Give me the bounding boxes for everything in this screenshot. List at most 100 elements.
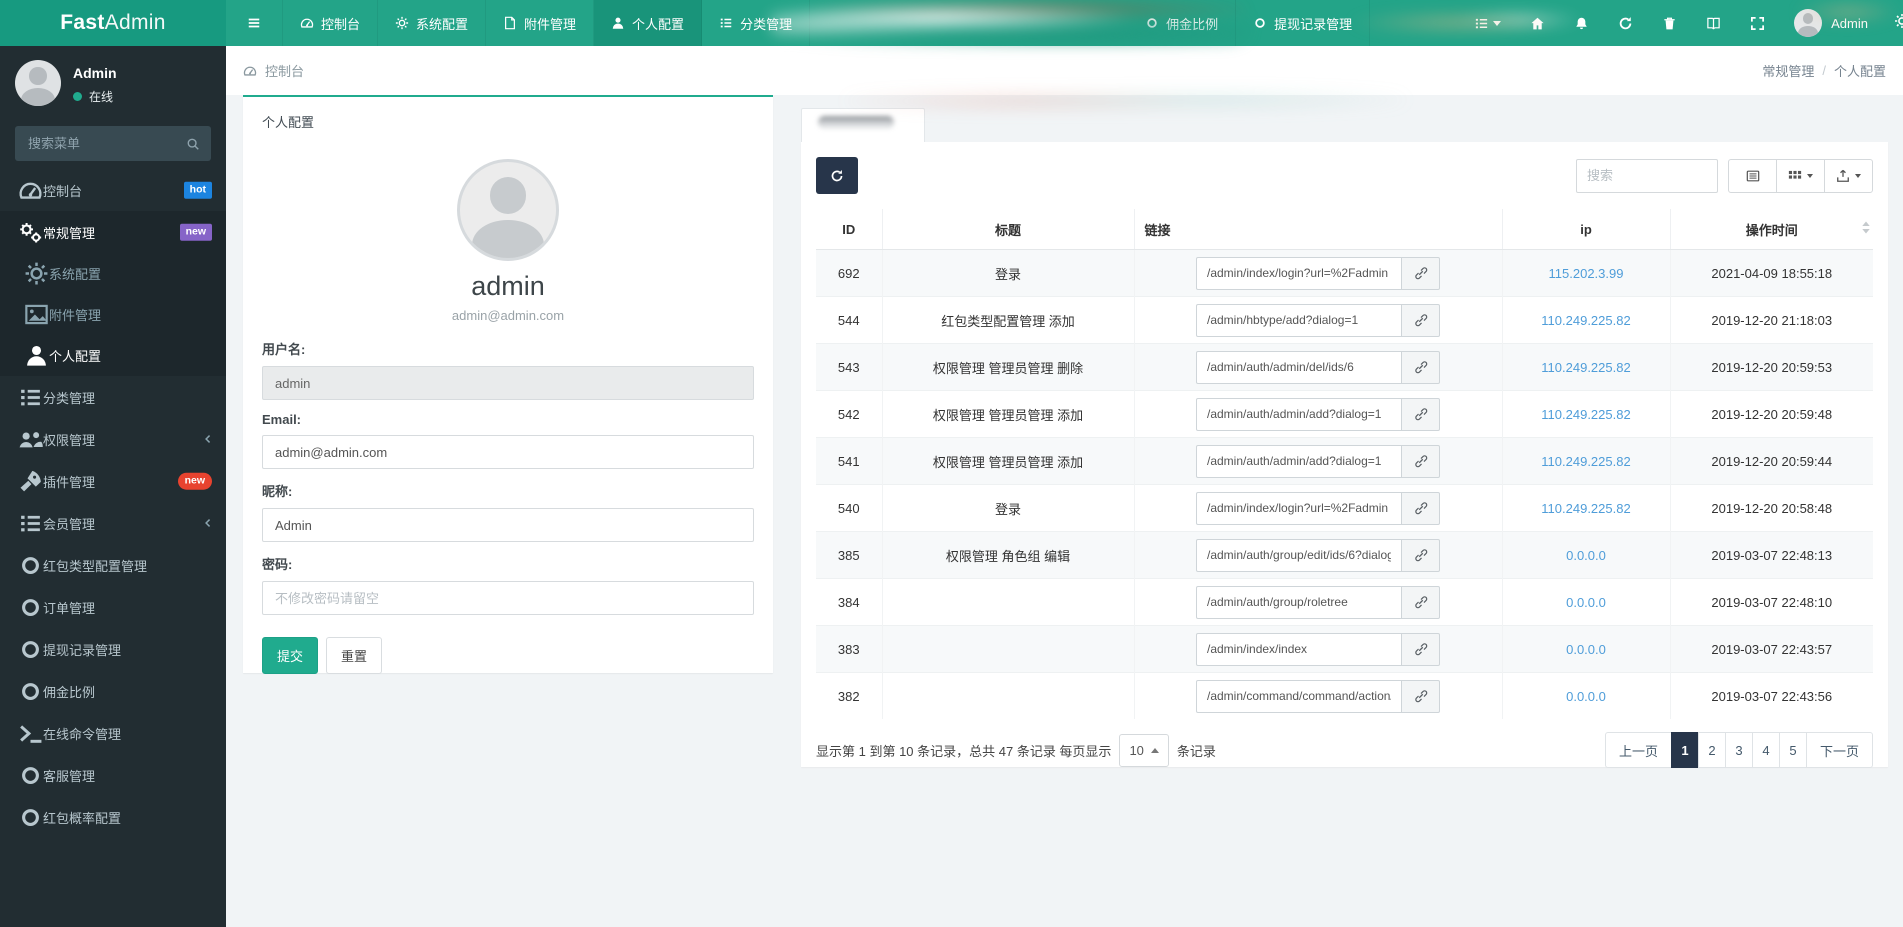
- navbar-tab[interactable]: 佣金比例: [1128, 0, 1236, 46]
- link-copy-button[interactable]: [1402, 304, 1440, 337]
- username-label: Admin: [1831, 16, 1868, 31]
- email-field[interactable]: [262, 435, 754, 469]
- link-copy-button[interactable]: [1402, 539, 1440, 572]
- toggle-view-button[interactable]: [1728, 159, 1777, 193]
- menu-search-input[interactable]: [26, 135, 186, 152]
- ip-link[interactable]: 115.202.3.99: [1549, 266, 1624, 281]
- sidebar-item[interactable]: 控制台hot: [0, 169, 226, 211]
- page-button[interactable]: 2: [1698, 732, 1726, 768]
- link-input[interactable]: [1196, 680, 1402, 713]
- sidebar-item[interactable]: 在线命令管理: [0, 712, 226, 754]
- breadcrumb-parent[interactable]: 常规管理: [1762, 61, 1814, 80]
- breadcrumb: 常规管理 / 个人配置: [1762, 61, 1886, 80]
- sort-icon[interactable]: [1862, 221, 1870, 237]
- sidebar-item[interactable]: 佣金比例: [0, 670, 226, 712]
- navbar-tab[interactable]: 系统配置: [378, 0, 486, 46]
- clear-cache-button[interactable]: [1662, 16, 1677, 31]
- sidebar-item[interactable]: 权限管理: [0, 418, 226, 460]
- export-button[interactable]: [1824, 159, 1873, 193]
- sidebar-item[interactable]: 订单管理: [0, 586, 226, 628]
- sidebar-item[interactable]: 客服管理: [0, 754, 226, 796]
- ip-link[interactable]: 110.249.225.82: [1541, 313, 1630, 328]
- sidebar-item[interactable]: 插件管理new: [0, 460, 226, 502]
- link-input[interactable]: [1196, 257, 1402, 290]
- main-content: 控制台 常规管理 / 个人配置 个人配置 admin admin@admin.c…: [226, 46, 1903, 927]
- window-list-dropdown[interactable]: [1474, 16, 1501, 31]
- navbar-tab-label: 控制台: [321, 14, 360, 33]
- column-header[interactable]: 标题: [882, 209, 1134, 250]
- ip-link[interactable]: 110.249.225.82: [1541, 407, 1630, 422]
- link-input[interactable]: [1196, 445, 1402, 478]
- link-input[interactable]: [1196, 633, 1402, 666]
- sidebar-item-label: 系统配置: [49, 264, 101, 283]
- ip-link[interactable]: 0.0.0.0: [1566, 548, 1606, 563]
- log-tab[interactable]: [801, 108, 925, 143]
- link-copy-button[interactable]: [1402, 586, 1440, 619]
- ip-link[interactable]: 0.0.0.0: [1566, 642, 1606, 657]
- sidebar-item[interactable]: 提现记录管理: [0, 628, 226, 670]
- sidebar-item[interactable]: 分类管理: [0, 376, 226, 418]
- page-button[interactable]: 4: [1752, 732, 1780, 768]
- link-copy-button[interactable]: [1402, 445, 1440, 478]
- page-button[interactable]: 3: [1725, 732, 1753, 768]
- ip-link[interactable]: 0.0.0.0: [1566, 595, 1606, 610]
- link-copy-button[interactable]: [1402, 492, 1440, 525]
- next-page-button[interactable]: 下一页: [1806, 732, 1873, 768]
- page-button[interactable]: 1: [1671, 732, 1699, 768]
- submit-button[interactable]: 提交: [262, 637, 318, 674]
- settings-button[interactable]: [1894, 13, 1903, 34]
- link-copy-button[interactable]: [1402, 398, 1440, 431]
- sidebar-item[interactable]: 系统配置: [0, 253, 226, 294]
- column-header[interactable]: ip: [1502, 209, 1670, 250]
- page-size-select[interactable]: 10: [1119, 734, 1168, 767]
- columns-button[interactable]: [1776, 159, 1825, 193]
- link-input[interactable]: [1196, 351, 1402, 384]
- language-button[interactable]: [1706, 16, 1721, 31]
- navbar-tab[interactable]: 分类管理: [702, 0, 810, 46]
- link-copy-button[interactable]: [1402, 257, 1440, 290]
- refresh-button[interactable]: [1618, 16, 1633, 31]
- column-header[interactable]: ID: [816, 209, 882, 250]
- table-search-input[interactable]: [1576, 159, 1718, 193]
- page-button[interactable]: 5: [1779, 732, 1807, 768]
- link-copy-button[interactable]: [1402, 680, 1440, 713]
- reset-button[interactable]: 重置: [326, 637, 382, 674]
- brand-logo[interactable]: FastAdmin: [0, 0, 226, 46]
- gears-icon: [18, 220, 43, 245]
- ip-link[interactable]: 110.249.225.82: [1541, 454, 1630, 469]
- sidebar-item[interactable]: 常规管理new: [0, 211, 226, 253]
- ip-link[interactable]: 0.0.0.0: [1566, 689, 1606, 704]
- sidebar-item[interactable]: 会员管理: [0, 502, 226, 544]
- sidebar-item[interactable]: 个人配置: [0, 335, 226, 376]
- column-header[interactable]: 操作时间: [1670, 209, 1873, 250]
- column-header[interactable]: 链接: [1134, 209, 1502, 250]
- sidebar-item[interactable]: 附件管理: [0, 294, 226, 335]
- chain-icon: [1414, 595, 1428, 609]
- password-field[interactable]: [262, 581, 754, 615]
- link-copy-button[interactable]: [1402, 351, 1440, 384]
- sidebar-toggle-button[interactable]: [226, 0, 283, 46]
- notifications-button[interactable]: [1574, 16, 1589, 31]
- prev-page-button[interactable]: 上一页: [1605, 732, 1672, 768]
- navbar-tab[interactable]: 个人配置: [594, 0, 702, 46]
- nickname-field[interactable]: [262, 508, 754, 542]
- ip-link[interactable]: 110.249.225.82: [1541, 360, 1630, 375]
- home-button[interactable]: [1530, 16, 1545, 31]
- navbar-tab[interactable]: 控制台: [283, 0, 378, 46]
- navbar-tab[interactable]: 附件管理: [486, 0, 594, 46]
- table-refresh-button[interactable]: [816, 157, 858, 194]
- ip-link[interactable]: 110.249.225.82: [1541, 501, 1630, 516]
- link-input[interactable]: [1196, 586, 1402, 619]
- link-input[interactable]: [1196, 539, 1402, 572]
- profile-display-name: admin: [262, 271, 754, 302]
- sidebar-item[interactable]: 红包类型配置管理: [0, 544, 226, 586]
- profile-avatar[interactable]: [457, 159, 559, 261]
- navbar-tab[interactable]: 提现记录管理: [1236, 0, 1370, 46]
- link-input[interactable]: [1196, 398, 1402, 431]
- user-menu[interactable]: Admin: [1794, 9, 1868, 37]
- link-input[interactable]: [1196, 304, 1402, 337]
- sidebar-item[interactable]: 红包概率配置: [0, 796, 226, 838]
- link-input[interactable]: [1196, 492, 1402, 525]
- link-copy-button[interactable]: [1402, 633, 1440, 666]
- fullscreen-button[interactable]: [1750, 16, 1765, 31]
